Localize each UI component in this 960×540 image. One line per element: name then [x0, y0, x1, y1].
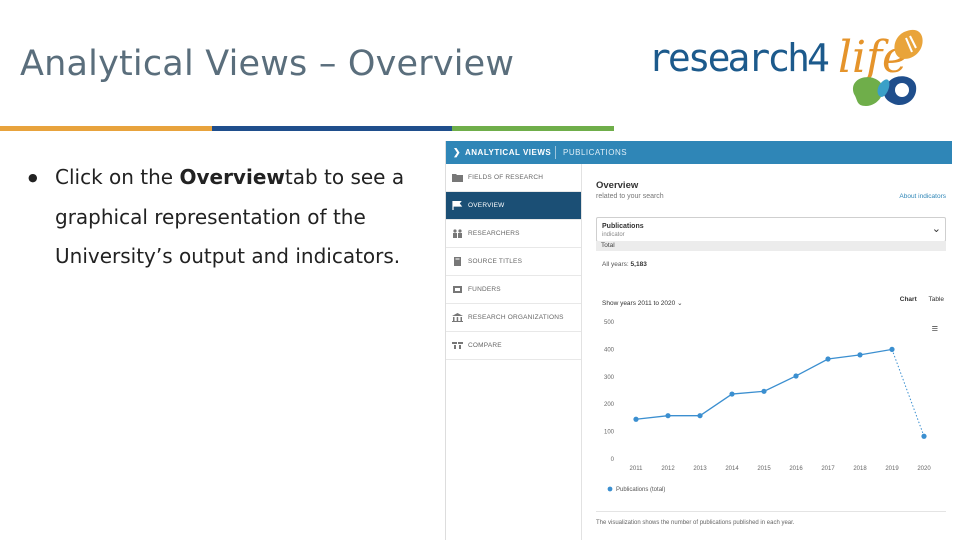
sidebar-item-label: RESEARCHERS — [468, 230, 520, 237]
show-years-dropdown[interactable]: Show years 2011 to 2020 ⌄ — [602, 299, 683, 307]
series-line-projected — [891, 349, 925, 437]
data-point — [921, 433, 927, 439]
sidebar-item-researchers[interactable]: RESEARCHERS — [446, 220, 581, 248]
legend-label: Publications (total) — [616, 487, 665, 493]
series-line — [635, 348, 893, 420]
all-years-value: 5,183 — [630, 261, 647, 268]
folder-icon — [452, 174, 463, 182]
header-separator — [555, 146, 556, 159]
breadcrumb-publications[interactable]: PUBLICATIONS — [563, 148, 627, 157]
all-years-label: All years: — [602, 261, 629, 268]
y-tick-label: 100 — [604, 430, 615, 436]
logo-wordmark: research4 — [648, 36, 830, 80]
sidebar-item-label: RESEARCH ORGANIZATIONS — [468, 314, 564, 321]
data-point — [761, 388, 767, 394]
legend-marker — [607, 486, 613, 492]
x-tick-label: 2014 — [725, 466, 739, 472]
data-point — [793, 373, 799, 379]
sidebar-item-compare[interactable]: COMPARE — [446, 332, 581, 360]
sidebar-item-overview[interactable]: OVERVIEW — [446, 192, 581, 220]
indicator-select-sub: indicator — [602, 232, 625, 238]
overview-title: Overview — [596, 180, 639, 191]
sidebar-item-research-organizations[interactable]: RESEARCH ORGANIZATIONS — [446, 304, 581, 332]
divider-bar-navy — [212, 126, 452, 131]
compare-icon — [452, 342, 463, 349]
chevron-down-icon: ⌄ — [931, 223, 941, 235]
sidebar-item-label: FIELDS OF RESEARCH — [468, 174, 544, 181]
footer-divider — [596, 511, 946, 512]
data-point — [825, 356, 831, 362]
sidebar-item-label: COMPARE — [468, 342, 502, 349]
svg-text:i: i — [852, 32, 866, 83]
research4life-logo: research4 l i f e — [648, 24, 928, 124]
data-point — [729, 391, 735, 397]
y-tick-label: 400 — [604, 347, 615, 353]
x-tick-label: 2018 — [853, 466, 867, 472]
sidebar: FIELDS OF RESEARCH OVERVIEW RESEARCHERS … — [446, 164, 582, 540]
divider-bar-green — [452, 126, 614, 131]
book-icon — [454, 257, 461, 266]
indicator-option-total[interactable]: Total — [596, 241, 946, 251]
y-tick-label: 300 — [604, 375, 615, 381]
all-years-count: All years: 5,183 — [602, 261, 647, 268]
bullet-text: Click on the Overviewtab to see a graphi… — [55, 158, 405, 277]
bullet-text-bold: Overview — [179, 165, 285, 189]
y-tick-label: 0 — [611, 457, 615, 463]
funder-icon — [453, 286, 462, 293]
x-tick-label: 2017 — [821, 466, 835, 472]
chevron-right-icon[interactable]: ❯ — [453, 147, 461, 158]
sidebar-item-label: FUNDERS — [468, 286, 501, 293]
x-tick-label: 2016 — [789, 466, 803, 472]
flag-icon — [452, 201, 463, 210]
y-tick-label: 200 — [604, 402, 615, 408]
indicator-option-label: Total — [601, 242, 615, 249]
show-years-label: Show years 2011 to 2020 — [602, 300, 676, 307]
bullet-dot: ● — [28, 171, 38, 184]
sidebar-item-fields-of-research[interactable]: FIELDS OF RESEARCH — [446, 164, 581, 192]
sidebar-item-label: SOURCE TITLES — [468, 258, 523, 265]
sidebar-item-source-titles[interactable]: SOURCE TITLES — [446, 248, 581, 276]
bullet-text-pre: Click on the — [55, 165, 180, 189]
x-tick-label: 2020 — [917, 466, 931, 472]
x-tick-label: 2013 — [693, 466, 707, 472]
people-icon — [453, 229, 462, 238]
data-point — [697, 413, 703, 419]
data-point — [665, 413, 671, 419]
data-point — [889, 346, 895, 352]
publications-line-chart: 0 100 200 300 400 500 2011 2012 2013 2014 2015 2016… — [604, 320, 931, 493]
chevron-down-icon: ⌄ — [677, 300, 683, 307]
slide-title: Analytical Views – Overview — [20, 44, 515, 84]
tab-table[interactable]: Table — [928, 296, 944, 303]
sidebar-item-funders[interactable]: FUNDERS — [446, 276, 581, 304]
sidebar-item-label: OVERVIEW — [468, 202, 505, 209]
data-point — [633, 416, 639, 422]
y-tick-label: 500 — [604, 320, 615, 326]
visualization-note: The visualization shows the number of pu… — [596, 520, 795, 526]
indicator-select-label: Publications — [602, 223, 644, 230]
view-tabs: Chart Table — [900, 296, 944, 303]
overview-subtitle: related to your search — [596, 193, 664, 200]
overview-panel: Overview related to your search About in… — [582, 164, 952, 540]
x-tick-label: 2012 — [661, 466, 675, 472]
data-point — [857, 352, 863, 358]
divider-bar-orange — [0, 126, 212, 131]
x-tick-label: 2011 — [630, 466, 644, 472]
building-icon — [452, 313, 463, 322]
indicator-select[interactable]: Publications indicator ⌄ — [596, 217, 946, 242]
about-indicators-link[interactable]: About indicators — [899, 193, 946, 200]
breadcrumb-analytical-views[interactable]: ANALYTICAL VIEWS — [465, 148, 551, 157]
x-tick-label: 2019 — [885, 466, 899, 472]
app-screenshot: ❯ ANALYTICAL VIEWS PUBLICATIONS FIELDS O… — [445, 141, 952, 540]
app-header: ❯ ANALYTICAL VIEWS PUBLICATIONS — [446, 141, 952, 164]
svg-text:l: l — [838, 32, 852, 83]
logo-leaf-icon: l i f e — [838, 29, 923, 106]
x-tick-label: 2015 — [757, 466, 771, 472]
tab-chart[interactable]: Chart — [900, 296, 917, 303]
